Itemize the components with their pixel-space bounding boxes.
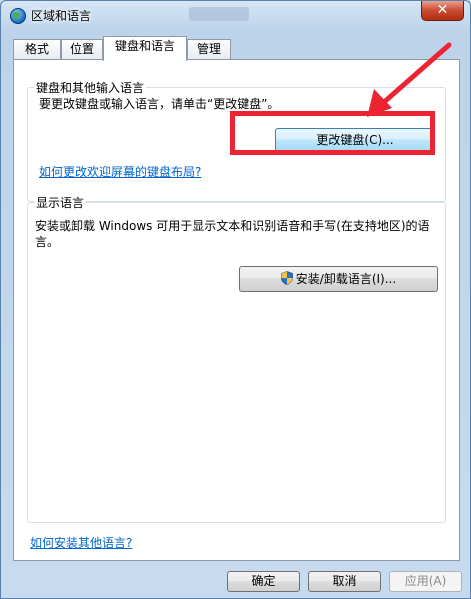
display-language-title: 显示语言 xyxy=(34,194,87,211)
tab-format[interactable]: 格式 xyxy=(13,39,61,59)
close-icon: ✕ xyxy=(436,2,449,18)
window-title: 区域和语言 xyxy=(31,9,92,23)
change-keyboard-button[interactable]: 更改键盘(C)... xyxy=(275,128,435,152)
cancel-button[interactable]: 取消 xyxy=(308,571,381,592)
close-button[interactable]: ✕ xyxy=(421,1,464,21)
uac-shield-icon xyxy=(280,271,293,285)
install-uninstall-languages-button[interactable]: 安装/卸载语言(I)... xyxy=(239,266,438,292)
tab-keyboards-languages[interactable]: 键盘和语言 xyxy=(103,36,187,61)
apply-button[interactable]: 应用(A) xyxy=(389,571,462,592)
title-blur-region xyxy=(189,7,249,21)
ok-button[interactable]: 确定 xyxy=(227,571,300,592)
tab-panel: 键盘和其他输入语言 要更改键盘或输入语言，请单击“更改键盘”。 更改键盘(C).… xyxy=(13,59,460,561)
display-language-group xyxy=(27,202,446,523)
display-language-description-line1: 安装或卸载 Windows 可用于显示文本和识别语音和手写(在支持地区)的语 xyxy=(35,219,430,233)
title-bar[interactable]: 区域和语言 ✕ xyxy=(1,1,470,31)
region-language-dialog: 区域和语言 ✕ 格式 位置 键盘和语言 管理 键盘和其他输入语言 要更改键盘或输… xyxy=(0,0,471,599)
display-language-description-line2: 言。 xyxy=(35,235,60,249)
tab-location[interactable]: 位置 xyxy=(61,39,103,59)
tab-administrative[interactable]: 管理 xyxy=(187,39,231,59)
keyboard-group-title: 键盘和其他输入语言 xyxy=(34,79,147,96)
globe-icon xyxy=(10,8,26,24)
welcome-screen-keyboard-link[interactable]: 如何更改欢迎屏幕的键盘布局? xyxy=(39,163,201,180)
keyboard-description: 要更改键盘或输入语言，请单击“更改键盘”。 xyxy=(39,97,280,111)
install-other-languages-link[interactable]: 如何安装其他语言? xyxy=(30,534,132,551)
